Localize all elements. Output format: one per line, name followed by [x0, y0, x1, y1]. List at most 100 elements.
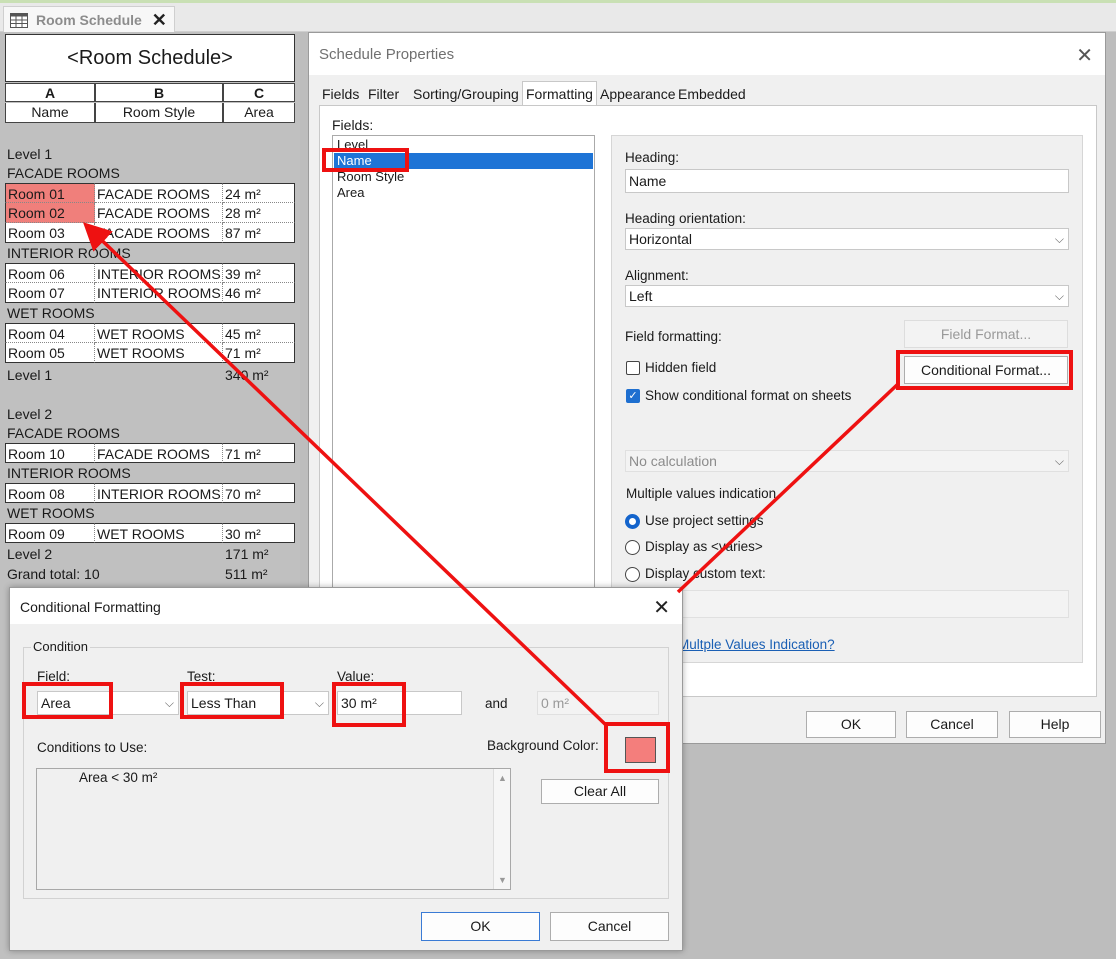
subtotal-row[interactable]: Level 1 340 m² [5, 365, 295, 385]
room-style-cell[interactable]: WET ROOMS [95, 323, 223, 343]
table-row[interactable]: Room 01 FACADE ROOMS 24 m² [5, 183, 295, 203]
room-name-cell[interactable]: Room 08 [5, 483, 95, 503]
table-row[interactable]: WET ROOMS [5, 303, 295, 323]
table-row[interactable]: Room 09 WET ROOMS 30 m² [5, 523, 295, 543]
column-header[interactable]: Room Style [95, 103, 223, 123]
ok-button[interactable]: OK [421, 912, 540, 941]
table-row[interactable]: Level 2 [5, 404, 295, 424]
room-name-cell[interactable]: Room 09 [5, 523, 95, 543]
table-row[interactable]: FACADE ROOMS [5, 423, 295, 443]
room-name-cell[interactable]: Room 05 [5, 343, 95, 363]
table-row[interactable]: Room 10 FACADE ROOMS 71 m² [5, 443, 295, 463]
tab-embedded-schedule[interactable]: Embedded Schedule [678, 83, 746, 124]
room-style-cell[interactable]: FACADE ROOMS [95, 443, 223, 463]
grand-total-row[interactable]: Grand total: 10 511 m² [5, 564, 295, 584]
close-icon[interactable]: ✕ [653, 595, 670, 620]
column-letter[interactable]: B [95, 83, 223, 102]
table-row[interactable]: Room 05 WET ROOMS 71 m² [5, 343, 295, 363]
table-row[interactable]: INTERIOR ROOMS [5, 463, 295, 483]
area-cell[interactable]: 46 m² [223, 283, 295, 303]
tab-filter[interactable]: Filter [368, 83, 399, 105]
table-row[interactable]: WET ROOMS [5, 503, 295, 523]
room-style-cell[interactable]: INTERIOR ROOMS [95, 483, 223, 503]
grand-total-label: Grand total: 10 [7, 566, 100, 582]
list-item[interactable]: Area [334, 185, 593, 201]
table-row[interactable]: INTERIOR ROOMS [5, 243, 295, 263]
room-style-cell[interactable]: WET ROOMS [95, 523, 223, 543]
table-row[interactable]: Room 07 INTERIOR ROOMS 46 m² [5, 283, 295, 303]
area-cell[interactable]: 87 m² [223, 223, 295, 243]
tab-formatting[interactable]: Formatting [522, 81, 597, 107]
table-row[interactable]: Room 03 FACADE ROOMS 87 m² [5, 223, 295, 243]
radio-project-settings[interactable] [625, 514, 640, 529]
alignment-select[interactable]: Left ⌵ [625, 285, 1069, 307]
subtotal-row[interactable]: Level 2 171 m² [5, 544, 295, 564]
tab-appearance[interactable]: Appearance [600, 83, 676, 105]
tab-fields[interactable]: Fields [322, 83, 359, 105]
radio-custom-text[interactable] [625, 567, 640, 582]
area-cell[interactable]: 30 m² [223, 523, 295, 543]
multiple-values-label: Multiple values indication [626, 486, 777, 501]
document-tab[interactable]: Room Schedule ✕ [3, 6, 175, 33]
column-letter[interactable]: C [223, 83, 295, 102]
table-row[interactable]: Room 08 INTERIOR ROOMS 70 m² [5, 483, 295, 503]
value2-input[interactable]: 0 m² [537, 691, 659, 715]
table-row[interactable]: Room 04 WET ROOMS 45 m² [5, 323, 295, 343]
list-item[interactable]: Area < 30 m² [79, 770, 157, 785]
cancel-button[interactable]: Cancel [550, 912, 669, 941]
room-style-cell[interactable]: INTERIOR ROOMS [95, 263, 223, 283]
show-conditional-checkbox[interactable]: ✓ [626, 389, 640, 403]
fields-list[interactable]: Level Name Room Style Area [332, 135, 595, 635]
close-icon[interactable]: ✕ [152, 11, 167, 29]
chevron-down-icon: ⌵ [1054, 289, 1064, 303]
area-cell[interactable]: 45 m² [223, 323, 295, 343]
room-name-cell[interactable]: Room 01 [5, 183, 95, 203]
help-link[interactable]: Multple Values Indication? [678, 637, 835, 652]
highlight-box-test [180, 682, 284, 719]
group-header: WET ROOMS [7, 505, 95, 521]
cancel-button[interactable]: Cancel [906, 711, 998, 738]
column-header[interactable]: Name [5, 103, 95, 123]
dialog-titlebar: Schedule Properties ✕ [309, 33, 1105, 75]
room-name-cell[interactable]: Room 04 [5, 323, 95, 343]
room-name-cell[interactable]: Room 02 [5, 203, 95, 223]
table-row[interactable]: FACADE ROOMS [5, 163, 295, 183]
area-cell[interactable]: 39 m² [223, 263, 295, 283]
heading-input[interactable]: Name [625, 169, 1069, 193]
room-style-cell[interactable]: INTERIOR ROOMS [95, 283, 223, 303]
alignment-value: Left [629, 288, 653, 304]
close-icon[interactable]: ✕ [1076, 43, 1093, 68]
table-row[interactable]: Room 02 FACADE ROOMS 28 m² [5, 203, 295, 223]
room-style-cell[interactable]: WET ROOMS [95, 343, 223, 363]
room-style-cell[interactable]: FACADE ROOMS [95, 203, 223, 223]
area-cell[interactable]: 71 m² [223, 443, 295, 463]
scrollbar[interactable]: ▲ ▼ [493, 769, 510, 889]
help-button[interactable]: Help [1009, 711, 1101, 738]
heading-orientation-select[interactable]: Horizontal ⌵ [625, 228, 1069, 250]
area-cell[interactable]: 70 m² [223, 483, 295, 503]
area-cell[interactable]: 71 m² [223, 343, 295, 363]
room-name-cell[interactable]: Room 03 [5, 223, 95, 243]
tab-sorting-grouping[interactable]: Sorting/Grouping [413, 83, 519, 105]
clear-all-button[interactable]: Clear All [541, 779, 659, 804]
scroll-down-icon[interactable]: ▼ [498, 875, 507, 885]
room-style-cell[interactable]: FACADE ROOMS [95, 183, 223, 203]
room-style-cell[interactable]: FACADE ROOMS [95, 223, 223, 243]
table-row[interactable]: Room 06 INTERIOR ROOMS 39 m² [5, 263, 295, 283]
room-name-cell[interactable]: Room 07 [5, 283, 95, 303]
custom-text-input[interactable] [625, 590, 1069, 618]
table-row[interactable]: Level 1 [5, 144, 295, 164]
room-name-cell[interactable]: Room 06 [5, 263, 95, 283]
area-cell[interactable]: 24 m² [223, 183, 295, 203]
room-name-cell[interactable]: Room 10 [5, 443, 95, 463]
ok-button[interactable]: OK [806, 711, 896, 738]
field-format-button[interactable]: Field Format... [904, 320, 1068, 348]
calculation-select[interactable]: No calculation ⌵ [625, 450, 1069, 472]
conditions-list[interactable]: Area < 30 m² ▲ ▼ [36, 768, 511, 890]
column-letter[interactable]: A [5, 83, 95, 102]
radio-display-varies[interactable] [625, 540, 640, 555]
hidden-field-checkbox[interactable] [626, 361, 640, 375]
area-cell[interactable]: 28 m² [223, 203, 295, 223]
column-header[interactable]: Area [223, 103, 295, 123]
scroll-up-icon[interactable]: ▲ [498, 773, 507, 783]
